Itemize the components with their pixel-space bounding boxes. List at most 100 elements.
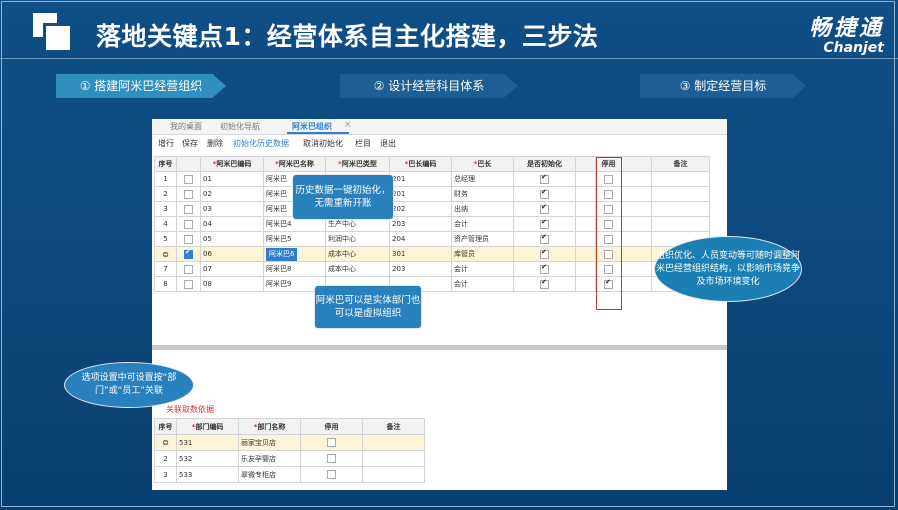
row-leader[interactable]: 出纳 (451, 201, 514, 217)
row-select-checkbox[interactable] (184, 219, 193, 229)
row-type[interactable]: 利润中心 (325, 231, 390, 247)
sub-row-name[interactable]: 乐友孕婴店 (238, 450, 301, 467)
exit-button[interactable]: 退出 (380, 138, 396, 149)
row-no: 4 (154, 216, 177, 232)
row-code[interactable]: 02 (200, 186, 264, 202)
tab-amoeba-org[interactable]: 阿米巴组织 (292, 121, 332, 132)
row-init-checkbox[interactable] (540, 248, 549, 259)
sub-row-code[interactable]: 531 (176, 434, 239, 451)
slide-title: 落地关键点1：经营体系自主化搭建，三步法 (96, 22, 599, 51)
row-leader-code[interactable]: 203 (389, 216, 452, 232)
active-tab-indicator (287, 132, 349, 134)
row-select-checkbox[interactable] (184, 248, 193, 259)
sub-row-name[interactable]: 翠微专柜店 (238, 466, 301, 483)
row-code[interactable]: 07 (200, 261, 264, 277)
tab-close-icon[interactable]: × (344, 120, 352, 130)
table-row[interactable]: 2 02 阿米巴 201 财务 (154, 186, 710, 202)
tab-init-nav[interactable]: 初始化导航 (220, 121, 260, 132)
sub-col-no: 序号 (154, 418, 177, 435)
row-select-checkbox[interactable] (184, 264, 193, 274)
row-code[interactable]: 01 (200, 171, 264, 187)
table-row[interactable]: 7 07 阿米巴8 成本中心 203 会计 (154, 261, 710, 277)
department-grid: 序号 *部门编码 *部门名称 停用 备注 ⊜ 531 丽家宝贝店 2 532 乐… (154, 418, 425, 483)
col-select (176, 156, 201, 172)
relation-basis-link[interactable]: 关联取数依据 (166, 404, 214, 415)
row-leader-code[interactable]: 301 (389, 246, 452, 262)
row-init-checkbox[interactable] (540, 218, 549, 229)
row-type[interactable]: 成本中心 (325, 261, 390, 277)
col-spacer-2 (621, 156, 652, 172)
row-code[interactable]: 05 (200, 231, 264, 247)
row-leader-code[interactable]: 203 (389, 261, 452, 277)
row-leader[interactable]: 资产管理员 (451, 231, 514, 247)
row-note[interactable] (651, 201, 710, 217)
sub-row-disabled-checkbox[interactable] (327, 438, 336, 447)
row-init-checkbox[interactable] (540, 263, 549, 274)
row-select-checkbox[interactable] (184, 189, 193, 199)
row-code[interactable]: 04 (200, 216, 264, 232)
row-code[interactable]: 08 (200, 276, 264, 292)
sub-row-disabled-checkbox[interactable] (327, 454, 336, 463)
row-select-checkbox[interactable] (184, 279, 193, 289)
sub-col-name-label: 部门名称 (257, 422, 286, 431)
row-no: 5 (154, 231, 177, 247)
row-leader-code[interactable]: 202 (389, 201, 452, 217)
sub-row-code[interactable]: 532 (176, 450, 239, 467)
row-code[interactable]: 03 (200, 201, 264, 217)
tab-desktop[interactable]: 我的桌面 (170, 121, 202, 132)
save-button[interactable]: 保存 (182, 138, 198, 149)
table-row[interactable]: 3 03 阿米巴 202 出纳 (154, 201, 710, 217)
init-history-button[interactable]: 初始化历史数据 (233, 138, 289, 149)
row-note[interactable] (651, 171, 710, 187)
row-leader[interactable]: 总经理 (451, 171, 514, 187)
row-leader-code[interactable]: 201 (389, 171, 452, 187)
row-no: 1 (154, 171, 177, 187)
row-leader[interactable]: 财务 (451, 186, 514, 202)
row-note[interactable] (651, 216, 710, 232)
cancel-init-button[interactable]: 取消初始化 (303, 138, 343, 149)
row-name[interactable]: 阿米巴5 (263, 231, 326, 247)
callout-org-adjust: 组织优化、人员变动等可随时调整阿米巴经营组织结构，以影响市场竞争及市场环境变化 (654, 236, 802, 302)
row-init-checkbox[interactable] (540, 188, 549, 199)
table-row[interactable]: 8 08 阿米巴9 会计 (154, 276, 710, 292)
row-leader[interactable]: 会计 (451, 216, 514, 232)
row-leader[interactable]: 会计 (451, 276, 514, 292)
row-select-checkbox[interactable] (184, 174, 193, 184)
row-name-editor[interactable]: 阿米巴6 (266, 247, 298, 261)
tab-bar: 我的桌面 初始化导航 阿米巴组织 × (152, 119, 727, 135)
sub-table-row[interactable]: 2 532 乐友孕婴店 (154, 450, 425, 467)
row-init-checkbox[interactable] (540, 233, 549, 244)
sub-col-name: *部门名称 (238, 418, 301, 435)
callout-option-setting: 选项设置中可设置按“部门”或“员工”关联 (64, 362, 194, 408)
columns-button[interactable]: 栏目 (355, 138, 371, 149)
row-leader[interactable]: 会计 (451, 261, 514, 277)
col-leader-label: 巴长 (477, 160, 492, 168)
row-init-checkbox[interactable] (540, 278, 549, 289)
brand-name-cn: 畅捷通 (808, 16, 884, 41)
brand-logo: 畅捷通 Chanjet (809, 10, 884, 56)
row-init-checkbox[interactable] (540, 173, 549, 184)
row-type[interactable]: 成本中心 (325, 246, 390, 262)
row-init-checkbox[interactable] (540, 203, 549, 214)
add-row-button[interactable]: 增行 (158, 138, 174, 149)
table-row[interactable]: 1 01 阿米巴 201 总经理 (154, 171, 710, 187)
row-leader-code[interactable]: 201 (389, 186, 452, 202)
row-select-checkbox[interactable] (184, 234, 193, 244)
table-row[interactable]: 5 05 阿米巴5 利润中心 204 资产管理员 (154, 231, 710, 247)
row-leader-code[interactable]: 204 (389, 231, 452, 247)
row-code[interactable]: 06 (200, 246, 264, 262)
step-3: ③ 制定经营目标 (640, 74, 806, 98)
delete-button[interactable]: 删除 (207, 138, 223, 149)
row-note[interactable] (651, 186, 710, 202)
sub-row-name[interactable]: 丽家宝贝店 (238, 434, 301, 451)
table-row[interactable]: 4 04 阿米巴4 生产中心 203 会计 (154, 216, 710, 232)
row-leader[interactable]: 库管员 (451, 246, 514, 262)
sub-row-disabled-checkbox[interactable] (327, 470, 336, 479)
callout-history-init: 历史数据一键初始化，无需重新开账 (292, 174, 394, 220)
row-name[interactable]: 阿米巴8 (263, 261, 326, 277)
sub-table-row[interactable]: 3 533 翠微专柜店 (154, 466, 425, 483)
sub-row-code[interactable]: 533 (176, 466, 239, 483)
table-row-selected[interactable]: ⊜ 06 阿米巴6 成本中心 301 库管员 (154, 246, 710, 262)
row-select-checkbox[interactable] (184, 204, 193, 214)
sub-table-row-selected[interactable]: ⊜ 531 丽家宝贝店 (154, 434, 425, 451)
